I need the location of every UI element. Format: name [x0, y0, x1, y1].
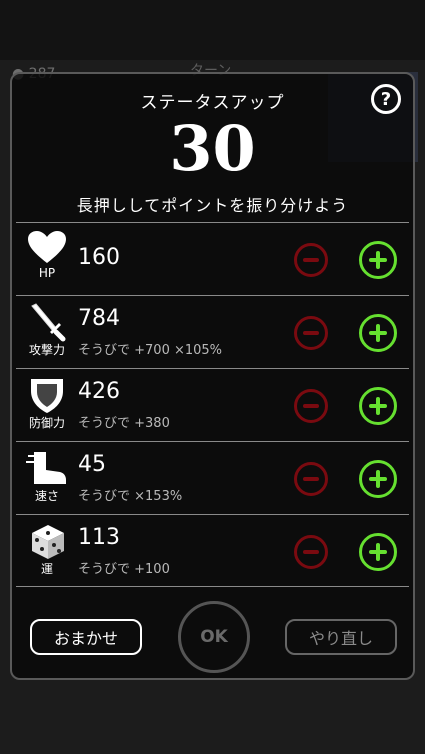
auto-assign-button[interactable]: おまかせ [30, 619, 142, 655]
stat-row-hp: HP 160 [16, 222, 409, 295]
stat-label: 運 [40, 562, 53, 576]
stat-value: 784 [78, 306, 120, 331]
speed-minus-button[interactable] [294, 462, 328, 496]
equip-bonus: そうびで +100 [78, 562, 170, 577]
defense-minus-button[interactable] [294, 389, 328, 423]
stat-label: 速さ [34, 489, 59, 503]
dice-icon [32, 525, 64, 559]
hp-plus-button[interactable] [359, 241, 397, 279]
stat-row-attack: 攻撃力 784 そうびで +700 ×105% [16, 295, 409, 368]
dialog-title: ステータスアップ [140, 93, 285, 113]
stat-value: 45 [78, 452, 106, 477]
stat-label: HP [38, 266, 56, 280]
defense-icon-box: 防御力 [22, 375, 72, 437]
stat-label: 防御力 [28, 416, 65, 430]
top-bar [0, 0, 425, 60]
remaining-points: 30 [169, 112, 256, 185]
equip-bonus: そうびで +380 [78, 416, 170, 431]
status-up-dialog: ? ステータスアップ 30 長押ししてポイントを振り分けよう HP 160 攻撃… [10, 72, 415, 680]
speed-plus-button[interactable] [359, 460, 397, 498]
luck-plus-button[interactable] [359, 533, 397, 571]
attack-plus-button[interactable] [359, 314, 397, 352]
shield-icon [31, 379, 63, 413]
stat-label: 攻撃力 [28, 343, 65, 357]
stat-value: 426 [78, 379, 120, 404]
speed-icon-box: 速さ [22, 448, 72, 510]
boot-icon [26, 452, 66, 484]
heart-icon [28, 231, 66, 263]
stat-row-luck: 運 113 そうびで +100 [16, 514, 409, 587]
stat-list: HP 160 攻撃力 784 そうびで +700 ×105% 防御力 426 そ… [16, 222, 409, 587]
stat-row-defense: 防御力 426 そうびで +380 [16, 368, 409, 441]
sword-icon [31, 303, 66, 342]
luck-icon-box: 運 [22, 521, 72, 583]
hp-icon-box: HP [22, 229, 72, 291]
ok-button[interactable]: OK [178, 601, 250, 673]
equip-bonus: そうびで +700 ×105% [78, 343, 223, 358]
dialog-hint: 長押ししてポイントを振り分けよう [76, 196, 349, 215]
stat-row-speed: 速さ 45 そうびで ×153% [16, 441, 409, 514]
hp-minus-button[interactable] [294, 243, 328, 277]
stat-value: 113 [78, 525, 120, 550]
equip-bonus: そうびで ×153% [78, 489, 183, 504]
attack-minus-button[interactable] [294, 316, 328, 350]
attack-icon-box: 攻撃力 [22, 302, 72, 364]
stat-value: 160 [78, 245, 120, 270]
luck-minus-button[interactable] [294, 535, 328, 569]
redo-button[interactable]: やり直し [285, 619, 397, 655]
defense-plus-button[interactable] [359, 387, 397, 425]
